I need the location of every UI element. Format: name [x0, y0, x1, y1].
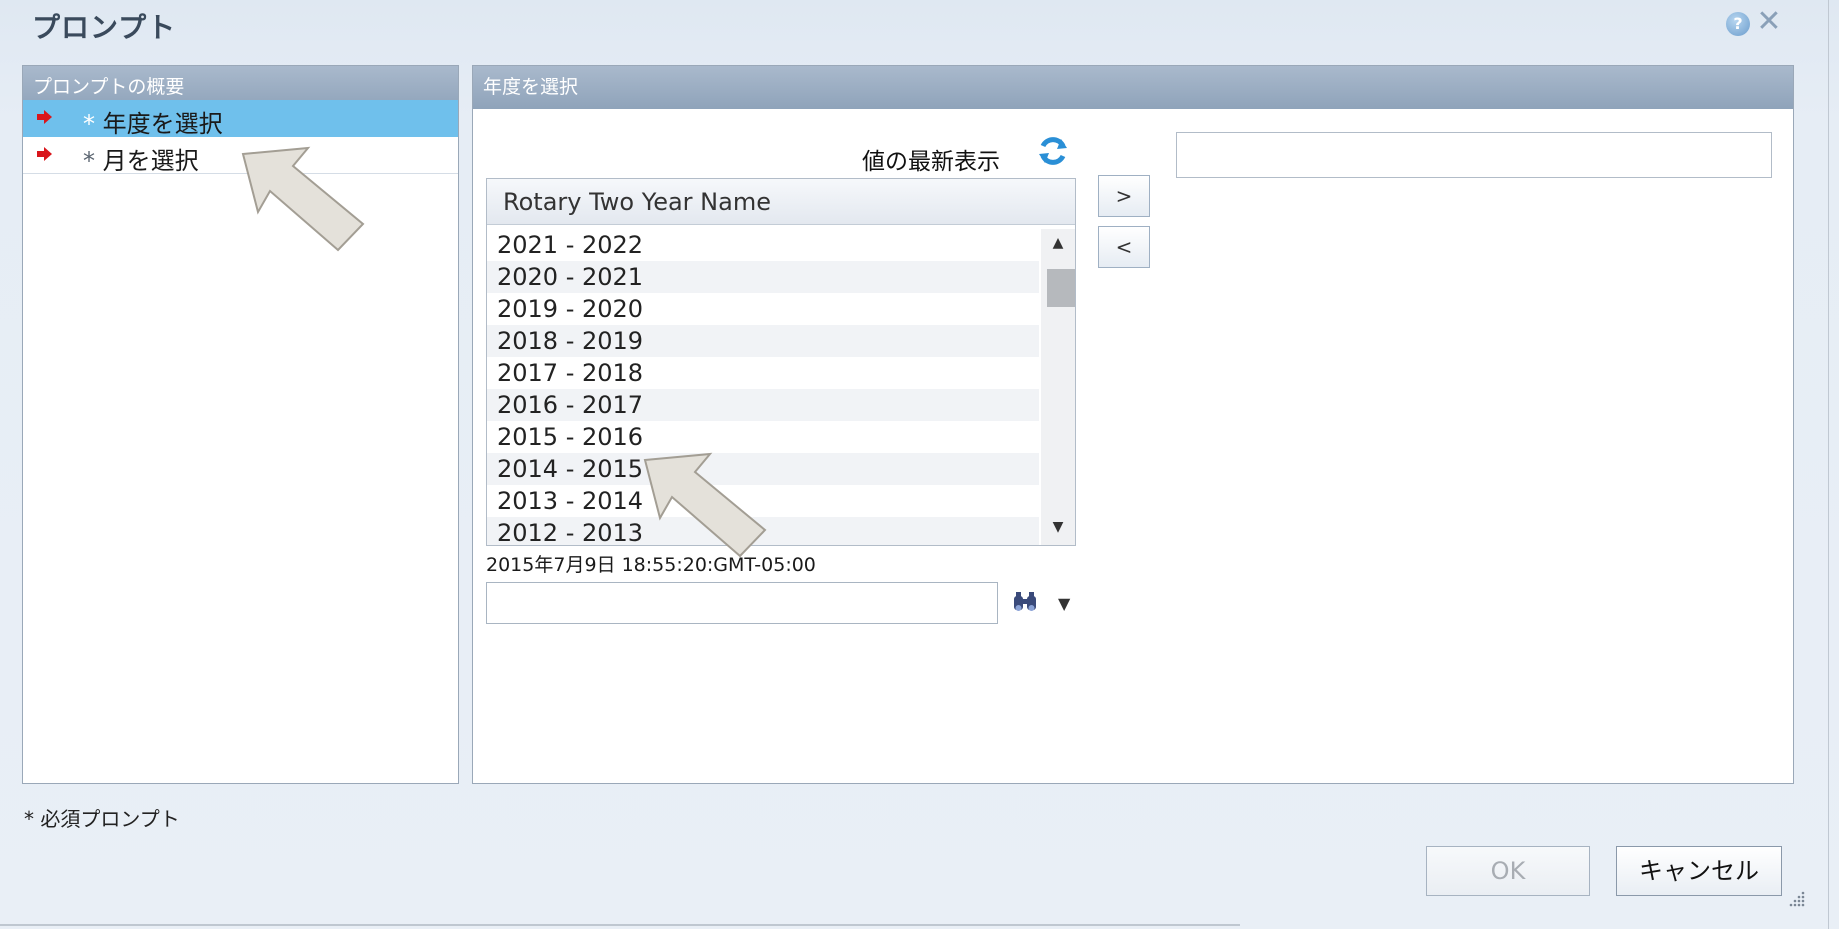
list-item[interactable]: 2019 - 2020 — [487, 293, 1039, 325]
dialog-right-border — [1828, 0, 1829, 929]
red-arrow-icon — [37, 147, 52, 161]
refresh-icon[interactable] — [1036, 134, 1070, 168]
values-list: Rotary Two Year Name 2021 - 2022 2020 - … — [486, 178, 1076, 546]
scroll-up-arrow-icon[interactable]: ▲ — [1041, 235, 1075, 257]
ok-button[interactable]: OK — [1426, 846, 1590, 896]
tutorial-pointer-arrow-icon — [643, 452, 767, 558]
selection-panel-header: 年度を選択 — [473, 66, 1793, 109]
list-item[interactable]: 2017 - 2018 — [487, 357, 1039, 389]
search-input[interactable] — [486, 582, 998, 624]
scroll-thumb[interactable] — [1047, 269, 1075, 307]
list-item[interactable]: 2021 - 2022 — [487, 229, 1039, 261]
red-arrow-icon — [37, 110, 52, 124]
selected-values-field[interactable] — [1176, 132, 1772, 178]
search-options-caret-icon[interactable]: ▼ — [1058, 594, 1070, 613]
help-icon[interactable]: ? — [1726, 12, 1750, 36]
remove-selection-button[interactable]: < — [1098, 226, 1150, 268]
summary-item-label: * 年度を選択 — [83, 110, 223, 138]
resize-grip-icon[interactable] — [1786, 888, 1806, 908]
add-selection-button[interactable]: > — [1098, 175, 1150, 217]
dialog-bottom-edge — [0, 924, 1240, 926]
dialog-title: プロンプト — [32, 11, 177, 44]
required-prompt-note: * 必須プロンプト — [24, 807, 180, 831]
close-icon[interactable]: ✕ — [1756, 7, 1782, 37]
list-scrollbar[interactable]: ▲ ▼ — [1041, 229, 1075, 545]
list-item[interactable]: 2016 - 2017 — [487, 389, 1039, 421]
summary-item-year[interactable]: * 年度を選択 — [23, 100, 458, 138]
summary-item-label: * 月を選択 — [83, 147, 199, 175]
list-item[interactable]: 2015 - 2016 — [487, 421, 1039, 453]
binoculars-icon[interactable] — [1011, 588, 1039, 616]
cancel-button[interactable]: キャンセル — [1616, 846, 1782, 896]
prompt-dialog: プロンプト ? ✕ プロンプトの概要 * 年度を選択 * 月を選択 年度を選択 … — [0, 0, 1839, 929]
tutorial-pointer-arrow-icon — [241, 146, 365, 252]
refresh-values-label[interactable]: 値の最新表示 — [862, 142, 1000, 176]
list-column-header: Rotary Two Year Name — [487, 179, 1075, 225]
scroll-down-arrow-icon[interactable]: ▼ — [1041, 519, 1075, 541]
list-item[interactable]: 2020 - 2021 — [487, 261, 1039, 293]
list-item[interactable]: 2018 - 2019 — [487, 325, 1039, 357]
title-bar: プロンプト ? ✕ — [0, 0, 1800, 52]
